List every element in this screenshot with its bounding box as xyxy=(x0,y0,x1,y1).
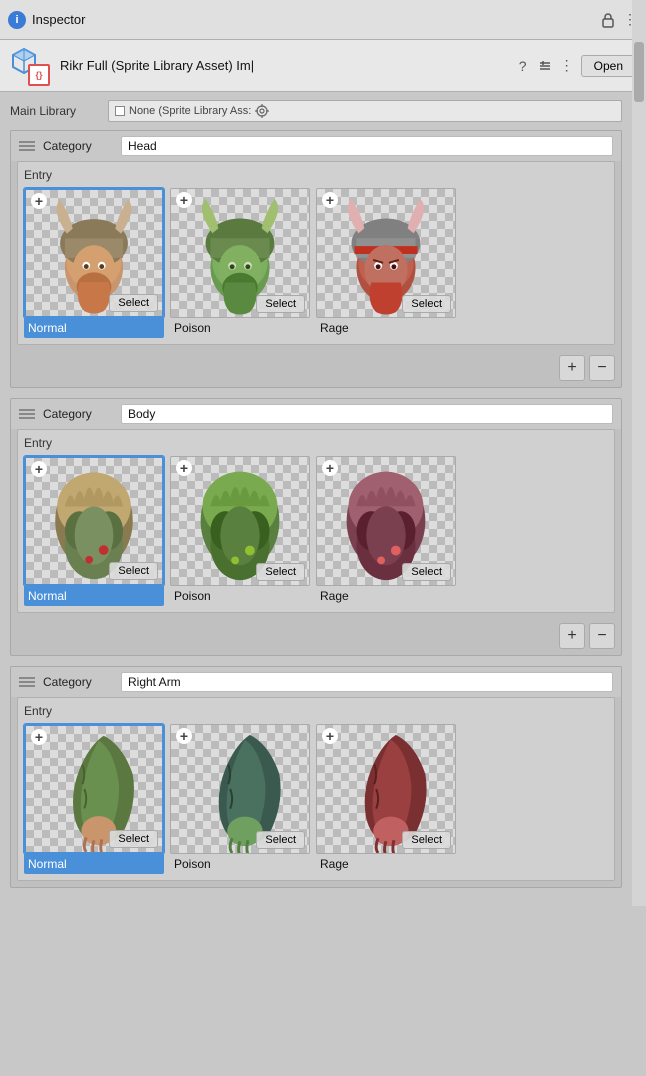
entry-label-body: Entry xyxy=(24,436,608,450)
sprite-name-body-normal: Normal xyxy=(24,586,164,606)
sprite-preview-body-rage: + xyxy=(316,456,456,586)
remove-entry-button-body[interactable]: − xyxy=(589,623,615,649)
remove-entry-button-head[interactable]: − xyxy=(589,355,615,381)
lock-button[interactable] xyxy=(600,12,616,28)
title-bar-label: Inspector xyxy=(32,12,85,27)
sprite-card-body-normal: + xyxy=(24,456,164,606)
category-name-rightarm[interactable] xyxy=(121,672,613,692)
sprite-card-head-poison: + xyxy=(170,188,310,338)
sprite-card-arm-rage: + S xyxy=(316,724,456,874)
sprite-library-icon: {} xyxy=(28,64,50,86)
inspector-info-icon: i xyxy=(8,11,26,29)
open-button[interactable]: Open xyxy=(581,55,636,77)
sprite-preview-arm-rage: + S xyxy=(316,724,456,854)
add-arm-poison-icon[interactable]: + xyxy=(176,728,192,744)
sprite-card-head-rage: + xyxy=(316,188,456,338)
layout-button[interactable] xyxy=(537,58,553,74)
add-body-sprite-icon[interactable]: + xyxy=(31,461,47,477)
inspector-body: Main Library None (Sprite Library Ass: C… xyxy=(0,92,632,906)
sprite-name-head-rage: Rage xyxy=(316,318,456,338)
add-body-poison-icon[interactable]: + xyxy=(176,460,192,476)
add-body-rage-icon[interactable]: + xyxy=(322,460,338,476)
drag-handle-rightarm[interactable] xyxy=(19,677,35,687)
category-block-rightarm: Category Entry + xyxy=(10,666,622,888)
add-sprite-icon[interactable]: + xyxy=(31,193,47,209)
category-name-body[interactable] xyxy=(121,404,613,424)
category-block-body: Category Entry + xyxy=(10,398,622,656)
sprites-grid-rightarm: + xyxy=(24,724,608,874)
entry-section-head: Entry + xyxy=(17,161,615,345)
header-actions: ? ⋮ Open xyxy=(515,55,636,77)
entry-label-rightarm: Entry xyxy=(24,704,608,718)
drag-handle-body[interactable] xyxy=(19,409,35,419)
entry-section-body: Entry + xyxy=(17,429,615,613)
add-arm-sprite-icon[interactable]: + xyxy=(31,729,47,745)
main-library-row: Main Library None (Sprite Library Ass: xyxy=(10,100,622,122)
select-button-body-normal[interactable]: Select xyxy=(109,562,158,580)
category-header-rightarm: Category xyxy=(11,667,621,697)
body-action-btns: + − xyxy=(11,619,621,655)
help-button[interactable]: ? xyxy=(515,58,531,74)
add-arm-rage-icon[interactable]: + xyxy=(322,728,338,744)
select-button-head-poison[interactable]: Select xyxy=(256,295,305,313)
sprite-name-arm-poison: Poison xyxy=(170,854,310,874)
add-sprite-icon-poison[interactable]: + xyxy=(176,192,192,208)
add-sprite-icon-rage[interactable]: + xyxy=(322,192,338,208)
sprite-preview-body-normal: + xyxy=(24,456,164,586)
drag-handle[interactable] xyxy=(19,141,35,151)
sprite-name-head-normal: Normal xyxy=(24,318,164,338)
asset-title: Rikr Full (Sprite Library Asset) Im| xyxy=(60,58,505,73)
entry-section-rightarm: Entry + xyxy=(17,697,615,881)
main-library-select[interactable]: None (Sprite Library Ass: xyxy=(108,100,622,122)
sprite-card-body-rage: + xyxy=(316,456,456,606)
target-icon xyxy=(255,104,269,118)
main-library-label: Main Library xyxy=(10,104,100,118)
sprite-name-body-poison: Poison xyxy=(170,586,310,606)
select-button-head-normal[interactable]: Select xyxy=(109,294,158,312)
sprite-name-arm-rage: Rage xyxy=(316,854,456,874)
head-action-btns: + − xyxy=(11,351,621,387)
select-button-arm-rage[interactable]: Select xyxy=(402,831,451,849)
category-label-body: Category xyxy=(43,407,113,421)
sprites-grid-head: + xyxy=(24,188,608,338)
sprite-preview-arm-poison: + S xyxy=(170,724,310,854)
select-button-body-poison[interactable]: Select xyxy=(256,563,305,581)
select-button-body-rage[interactable]: Select xyxy=(402,563,451,581)
sprite-card-body-poison: + xyxy=(170,456,310,606)
sub-header: {} Rikr Full (Sprite Library Asset) Im| … xyxy=(0,40,646,92)
sub-header-menu-button[interactable]: ⋮ xyxy=(559,58,575,74)
sprite-preview-arm-normal: + xyxy=(24,724,164,854)
select-button-arm-normal[interactable]: Select xyxy=(109,830,158,848)
add-entry-button-head[interactable]: + xyxy=(559,355,585,381)
library-select-value: None (Sprite Library Ass: xyxy=(129,105,251,117)
sprites-grid-body: + xyxy=(24,456,608,606)
asset-icon: {} xyxy=(10,46,50,86)
scroll-thumb[interactable] xyxy=(634,42,644,102)
add-entry-button-body[interactable]: + xyxy=(559,623,585,649)
sprite-preview-head-normal: + xyxy=(24,188,164,318)
category-block-head: Category Entry + xyxy=(10,130,622,388)
select-button-head-rage[interactable]: Select xyxy=(402,295,451,313)
sprite-preview-body-poison: + xyxy=(170,456,310,586)
category-label-rightarm: Category xyxy=(43,675,113,689)
sprite-card-arm-normal: + xyxy=(24,724,164,874)
category-name-head[interactable] xyxy=(121,136,613,156)
library-asset-icon xyxy=(115,106,125,116)
sprite-preview-head-poison: + xyxy=(170,188,310,318)
category-label: Category xyxy=(43,139,113,153)
category-header-head: Category xyxy=(11,131,621,161)
sprite-name-head-poison: Poison xyxy=(170,318,310,338)
sprite-name-arm-normal: Normal xyxy=(24,854,164,874)
select-button-arm-poison[interactable]: Select xyxy=(256,831,305,849)
category-header-body: Category xyxy=(11,399,621,429)
entry-label-head: Entry xyxy=(24,168,608,182)
sprite-name-body-rage: Rage xyxy=(316,586,456,606)
sprite-card-head-normal: + xyxy=(24,188,164,338)
scrollbar[interactable] xyxy=(632,0,646,906)
sprite-preview-head-rage: + xyxy=(316,188,456,318)
title-bar: i Inspector ⋮ xyxy=(0,0,646,40)
inspector-panel: i Inspector ⋮ {} Rikr Full (Sprite Libra… xyxy=(0,0,646,906)
sprite-card-arm-poison: + S xyxy=(170,724,310,874)
